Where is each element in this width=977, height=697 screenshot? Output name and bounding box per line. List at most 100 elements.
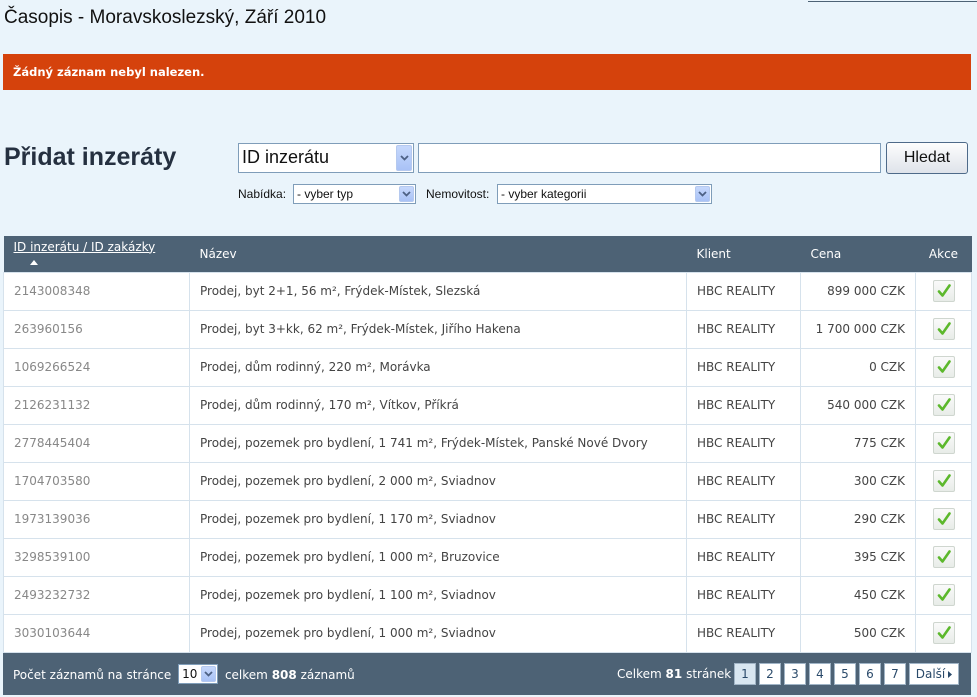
total-suffix: záznamů bbox=[300, 668, 355, 682]
records-per-page: Počet záznamů na stránce 10 celkem 808 z… bbox=[13, 664, 355, 684]
listing-action bbox=[915, 385, 972, 425]
listing-name: Prodej, dům rodinný, 170 m², Vítkov, Pří… bbox=[189, 385, 687, 425]
listing-id: 3030103644 bbox=[3, 613, 190, 653]
page-button-4[interactable]: 4 bbox=[809, 663, 831, 685]
offer-label: Nabídka: bbox=[238, 187, 287, 201]
search-input[interactable] bbox=[418, 143, 881, 173]
listing-id: 2778445404 bbox=[3, 423, 190, 463]
listing-price: 450 CZK bbox=[800, 575, 916, 615]
check-icon[interactable] bbox=[932, 432, 955, 454]
listing-price: 775 CZK bbox=[800, 423, 916, 463]
search-field-select[interactable]: ID inzerátu bbox=[238, 143, 414, 173]
pages-count: 81 bbox=[665, 667, 683, 681]
listing-action bbox=[915, 499, 972, 539]
page-button-6[interactable]: 6 bbox=[859, 663, 881, 685]
listing-action bbox=[915, 537, 972, 577]
next-page-label: Další bbox=[915, 667, 946, 681]
column-header-name: Název bbox=[199, 246, 237, 261]
search-button[interactable]: Hledat bbox=[886, 142, 968, 174]
top-divider bbox=[808, 0, 977, 2]
check-icon[interactable] bbox=[932, 584, 955, 606]
listing-name: Prodej, byt 3+kk, 62 m², Frýdek-Místek, … bbox=[189, 309, 687, 349]
listing-id: 263960156 bbox=[3, 309, 190, 349]
chevron-down-icon[interactable] bbox=[695, 186, 710, 202]
pages-prefix: Celkem bbox=[617, 667, 662, 681]
column-header-id[interactable]: ID inzerátu / ID zakázky bbox=[4, 236, 190, 272]
chevron-right-icon bbox=[948, 667, 953, 681]
chevron-down-icon[interactable] bbox=[399, 186, 414, 202]
property-category-select[interactable]: - vyber kategorii bbox=[497, 184, 712, 204]
check-icon[interactable] bbox=[932, 280, 955, 302]
check-icon[interactable] bbox=[932, 318, 955, 340]
per-page-select[interactable]: 10 bbox=[178, 664, 219, 684]
listing-action bbox=[915, 461, 972, 501]
listing-name: Prodej, pozemek pro bydlení, 1 000 m², B… bbox=[189, 537, 687, 577]
listing-name: Prodej, pozemek pro bydlení, 1 100 m², S… bbox=[189, 575, 687, 615]
pagination: 1 2 3 4 5 6 7 Další bbox=[734, 663, 959, 685]
column-header-price: Cena bbox=[810, 246, 842, 261]
listing-id: 2143008348 bbox=[3, 271, 190, 311]
chevron-down-icon[interactable] bbox=[201, 666, 217, 682]
table-row[interactable]: 2126231132 Prodej, dům rodinný, 170 m², V… bbox=[3, 385, 972, 425]
table-row[interactable]: 3298539100 Prodej, pozemek pro bydlení, 1… bbox=[3, 537, 972, 577]
listing-client: HBC REALITY bbox=[686, 309, 801, 349]
table-row[interactable]: 1973139036 Prodej, pozemek pro bydlení, 1… bbox=[3, 499, 972, 539]
listings-table: ID inzerátu / ID zakázky Název Klient Ce… bbox=[3, 236, 972, 653]
page-button-1[interactable]: 1 bbox=[734, 663, 756, 685]
listing-client: HBC REALITY bbox=[686, 461, 801, 501]
pages-suffix: stránek bbox=[686, 667, 732, 681]
property-label: Nemovitost: bbox=[426, 187, 490, 201]
check-icon[interactable] bbox=[932, 356, 955, 378]
sort-asc-icon[interactable] bbox=[29, 254, 38, 268]
offer-type-select[interactable]: - vyber typ bbox=[293, 184, 416, 204]
listing-price: 899 000 CZK bbox=[800, 271, 916, 311]
listing-client: HBC REALITY bbox=[686, 347, 801, 387]
listing-price: 500 CZK bbox=[800, 613, 916, 653]
table-row[interactable]: 2493232732 Prodej, pozemek pro bydlení, 1… bbox=[3, 575, 972, 615]
table-row[interactable]: 1704703580 Prodej, pozemek pro bydlení, 2… bbox=[3, 461, 972, 501]
listing-client: HBC REALITY bbox=[686, 271, 801, 311]
page-title: Časopis - Moravskoslezský, Září 2010 bbox=[4, 7, 327, 28]
listing-id: 2493232732 bbox=[3, 575, 190, 615]
listing-action bbox=[915, 271, 972, 311]
check-icon[interactable] bbox=[932, 622, 955, 644]
per-page-label: Počet záznamů na stránce bbox=[13, 668, 172, 682]
listing-id: 2126231132 bbox=[3, 385, 190, 425]
listing-client: HBC REALITY bbox=[686, 575, 801, 615]
table-row[interactable]: 263960156 Prodej, byt 3+kk, 62 m², Frýdek… bbox=[3, 309, 972, 349]
search-field-select-value: ID inzerátu bbox=[242, 147, 330, 167]
table-header-row: ID inzerátu / ID zakázky Název Klient Ce… bbox=[3, 236, 972, 272]
listing-action bbox=[915, 309, 972, 349]
page-button-7[interactable]: 7 bbox=[884, 663, 906, 685]
section-title: Přidat inzeráty bbox=[4, 143, 177, 171]
table-row[interactable]: 3030103644 Prodej, pozemek pro bydlení, 1… bbox=[3, 613, 972, 653]
check-icon[interactable] bbox=[932, 394, 955, 416]
listing-price: 0 CZK bbox=[800, 347, 916, 387]
listing-client: HBC REALITY bbox=[686, 499, 801, 539]
alert-message: Žádný záznam nebyl nalezen. bbox=[3, 54, 971, 90]
table-row[interactable]: 2143008348 Prodej, byt 2+1, 56 m², Frýdek… bbox=[3, 271, 972, 311]
listing-id: 1973139036 bbox=[3, 499, 190, 539]
chevron-down-icon[interactable] bbox=[396, 145, 412, 171]
check-icon[interactable] bbox=[932, 508, 955, 530]
listing-client: HBC REALITY bbox=[686, 423, 801, 463]
page-button-2[interactable]: 2 bbox=[759, 663, 781, 685]
column-header-id-label[interactable]: ID inzerátu / ID zakázky bbox=[14, 240, 156, 254]
listing-id: 3298539100 bbox=[3, 537, 190, 577]
listing-name: Prodej, byt 2+1, 56 m², Frýdek-Místek, S… bbox=[189, 271, 687, 311]
listing-price: 395 CZK bbox=[800, 537, 916, 577]
listing-action bbox=[915, 613, 972, 653]
page-button-3[interactable]: 3 bbox=[784, 663, 806, 685]
listing-name: Prodej, pozemek pro bydlení, 1 000 m², S… bbox=[189, 613, 687, 653]
table-row[interactable]: 1069266524 Prodej, dům rodinný, 220 m², M… bbox=[3, 347, 972, 387]
table-row[interactable]: 2778445404 Prodej, pozemek pro bydlení, 1… bbox=[3, 423, 972, 463]
page-button-5[interactable]: 5 bbox=[834, 663, 856, 685]
listing-action bbox=[915, 575, 972, 615]
per-page-select-value: 10 bbox=[182, 667, 198, 681]
check-icon[interactable] bbox=[932, 546, 955, 568]
next-page-button[interactable]: Další bbox=[909, 663, 959, 685]
table-footer: Počet záznamů na stránce 10 celkem 808 z… bbox=[3, 653, 971, 695]
total-prefix: celkem bbox=[224, 668, 268, 682]
check-icon[interactable] bbox=[932, 470, 955, 492]
listing-price: 1 700 000 CZK bbox=[800, 309, 916, 349]
